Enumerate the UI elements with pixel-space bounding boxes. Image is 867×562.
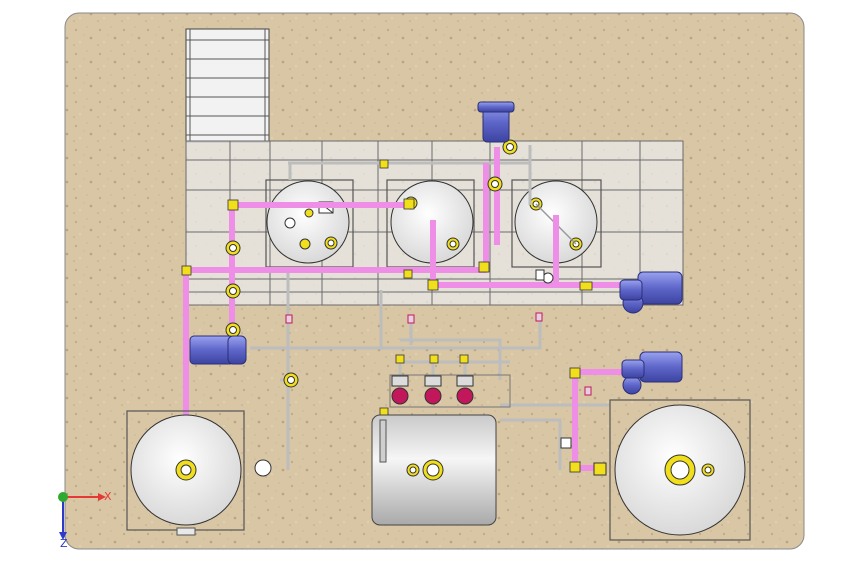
stair-platform[interactable] — [185, 28, 270, 143]
axis-x-label: X — [104, 490, 112, 503]
cad-viewport[interactable]: X Z — [0, 0, 867, 562]
horizontal-tank[interactable] — [371, 414, 497, 526]
pump-top[interactable] — [477, 101, 515, 143]
axis-z-label: Z — [60, 537, 68, 550]
pump-left[interactable] — [189, 335, 247, 365]
